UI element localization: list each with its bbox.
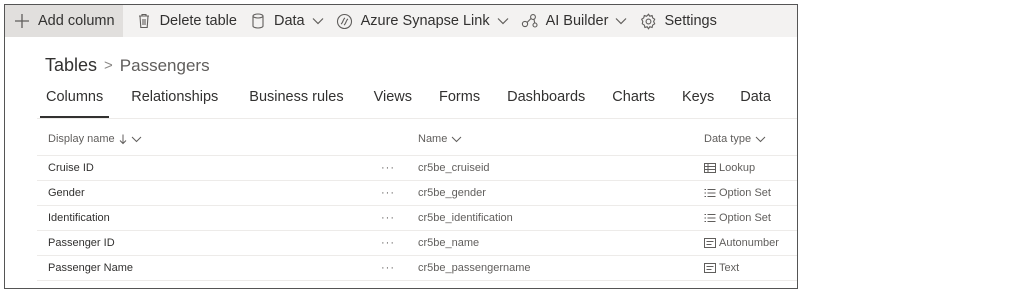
row-display-name: Passenger ID	[48, 237, 115, 249]
trash-icon	[135, 12, 153, 30]
row-display-name: Gender	[48, 187, 85, 199]
display-name-header-label: Display name	[48, 133, 115, 145]
more-options-button[interactable]: ···	[381, 162, 395, 174]
option-set-icon	[704, 213, 716, 223]
azure-synapse-link-button[interactable]: Azure Synapse Link	[336, 5, 509, 37]
tab-columns[interactable]: Columns	[39, 89, 110, 118]
row-display-name: Identification	[48, 212, 110, 224]
tab-divider	[37, 118, 797, 119]
columns-grid: Display name Name Data type Cruise ID ··…	[37, 123, 797, 281]
chevron-down-icon	[615, 17, 627, 25]
tab-views[interactable]: Views	[374, 89, 412, 117]
ai-builder-icon	[521, 12, 539, 30]
row-schema-name: cr5be_name	[418, 237, 480, 249]
row-schema-name: cr5be_identification	[418, 212, 513, 224]
row-data-type: Option Set	[704, 212, 771, 224]
database-icon	[249, 12, 267, 30]
data-type-header[interactable]: Data type	[704, 133, 766, 145]
settings-button[interactable]: Settings	[639, 5, 717, 37]
ai-builder-label: AI Builder	[545, 13, 609, 29]
row-data-type-label: Option Set	[719, 212, 771, 224]
gear-icon	[639, 12, 657, 30]
table-row[interactable]: Gender ··· cr5be_gender Option Set	[37, 181, 797, 206]
text-icon	[704, 263, 716, 273]
chevron-down-icon	[755, 136, 766, 142]
grid-header: Display name Name Data type	[37, 123, 797, 156]
breadcrumb: Tables > Passengers	[45, 55, 210, 76]
more-options-button[interactable]: ···	[381, 237, 395, 249]
name-header[interactable]: Name	[418, 133, 462, 145]
data-menu-label: Data	[273, 13, 305, 29]
azure-synapse-link-label: Azure Synapse Link	[360, 13, 490, 29]
breadcrumb-current: Passengers	[119, 55, 210, 75]
tab-relationships[interactable]: Relationships	[131, 89, 218, 117]
add-column-label: Add column	[38, 13, 115, 29]
tab-charts[interactable]: Charts	[612, 89, 655, 117]
lookup-icon	[704, 163, 716, 173]
row-data-type-label: Autonumber	[719, 237, 779, 249]
data-menu-button[interactable]: Data	[249, 5, 324, 37]
ai-builder-button[interactable]: AI Builder	[521, 5, 628, 37]
row-data-type: Text	[704, 262, 739, 274]
row-schema-name: cr5be_passengername	[418, 262, 531, 274]
row-display-name: Cruise ID	[48, 162, 94, 174]
delete-table-button[interactable]: Delete table	[135, 5, 237, 37]
tab-dashboards[interactable]: Dashboards	[507, 89, 585, 117]
tab-data[interactable]: Data	[740, 89, 771, 117]
app-frame: Add column Delete table Data Azure Synap…	[4, 4, 798, 289]
settings-label: Settings	[664, 13, 717, 29]
option-set-icon	[704, 188, 716, 198]
row-schema-name: cr5be_gender	[418, 187, 486, 199]
tab-list: Columns Relationships Business rules Vie…	[39, 89, 771, 118]
display-name-header[interactable]: Display name	[48, 133, 142, 145]
name-header-label: Name	[418, 133, 448, 145]
breadcrumb-tables-link[interactable]: Tables	[45, 55, 97, 76]
tab-keys[interactable]: Keys	[682, 89, 714, 117]
delete-table-label: Delete table	[159, 13, 237, 29]
row-data-type-label: Lookup	[719, 162, 756, 174]
row-data-type: Autonumber	[704, 237, 779, 249]
chevron-down-icon	[497, 17, 509, 25]
autonumber-icon	[704, 238, 716, 248]
more-options-button[interactable]: ···	[381, 262, 395, 274]
more-options-button[interactable]: ···	[381, 187, 395, 199]
data-type-header-label: Data type	[704, 133, 752, 145]
command-bar: Add column Delete table Data Azure Synap…	[5, 5, 797, 37]
table-row[interactable]: Passenger Name ··· cr5be_passengername T…	[37, 256, 797, 281]
row-data-type-label: Option Set	[719, 187, 771, 199]
table-row[interactable]: Cruise ID ··· cr5be_cruiseid Lookup	[37, 156, 797, 181]
row-schema-name: cr5be_cruiseid	[418, 162, 490, 174]
chevron-down-icon	[312, 17, 324, 25]
chevron-down-icon	[451, 136, 462, 142]
more-options-button[interactable]: ···	[381, 212, 395, 224]
row-display-name: Passenger Name	[48, 262, 133, 274]
breadcrumb-separator: >	[104, 57, 113, 74]
tab-forms[interactable]: Forms	[439, 89, 480, 117]
row-data-type: Option Set	[704, 187, 771, 199]
tab-business-rules[interactable]: Business rules	[249, 89, 343, 117]
row-data-type-label: Text	[719, 262, 740, 274]
sort-descending-icon	[119, 134, 126, 144]
chevron-down-icon	[131, 136, 141, 142]
table-row[interactable]: Passenger ID ··· cr5be_name Autonumber	[37, 231, 797, 256]
synapse-link-icon	[336, 12, 354, 30]
add-column-button[interactable]: Add column	[5, 5, 123, 37]
row-data-type: Lookup	[704, 162, 755, 174]
table-row[interactable]: Identification ··· cr5be_identification …	[37, 206, 797, 231]
plus-icon	[13, 12, 31, 30]
